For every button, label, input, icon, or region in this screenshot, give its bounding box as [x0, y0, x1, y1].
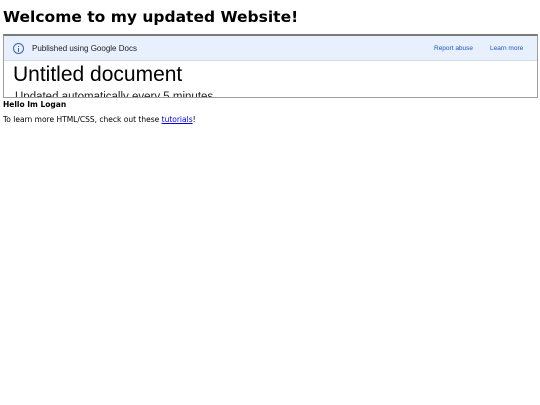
report-abuse-link[interactable]: Report abuse: [434, 43, 473, 54]
learn-suffix-text: !: [192, 115, 196, 124]
learn-more-link[interactable]: Learn more: [490, 43, 523, 54]
tutorials-link[interactable]: tutorials: [162, 115, 193, 124]
info-icon: [13, 43, 24, 54]
google-docs-embed[interactable]: Published using Google Docs Report abuse…: [3, 34, 538, 98]
published-banner: Published using Google Docs Report abuse…: [4, 36, 537, 61]
doc-title: Untitled document: [13, 63, 183, 86]
learn-prefix-text: To learn more HTML/CSS, check out these: [3, 115, 162, 124]
doc-update-note: Updated automatically every 5 minutes: [15, 91, 214, 98]
greeting-text: Hello Im Logan: [3, 100, 67, 109]
page-heading: Welcome to my updated Website!: [3, 8, 299, 26]
learn-more-paragraph: To learn more HTML/CSS, check out these …: [3, 115, 196, 125]
published-text: Published using Google Docs: [32, 44, 137, 53]
